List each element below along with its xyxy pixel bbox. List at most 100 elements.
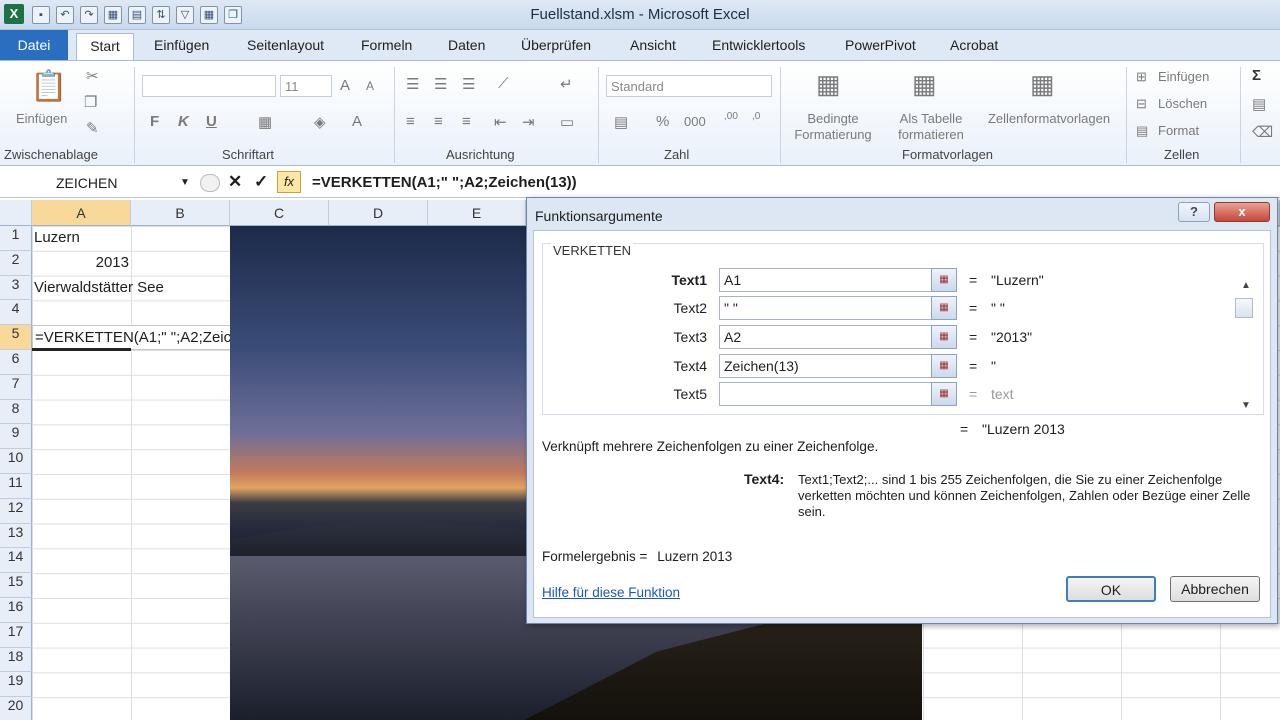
insert-cells-button[interactable]: Einfügen [1158,69,1209,84]
insert-cells-icon[interactable]: ⊞ [1136,69,1147,85]
orientation-icon[interactable]: ⟋ [498,75,509,92]
decrease-indent-icon[interactable]: ⇤ [494,113,507,131]
row-header[interactable]: 17 [0,622,32,648]
grow-font-icon[interactable]: A [340,77,350,94]
paste-button[interactable]: Einfügen [16,111,67,126]
tab-file[interactable]: Datei [0,30,68,60]
increase-indent-icon[interactable]: ⇥ [522,113,535,131]
currency-icon[interactable]: ▤ [614,113,628,131]
row-header[interactable]: 1 [0,226,32,251]
cancel-button[interactable]: Abbrechen [1170,576,1260,602]
scroll-down-icon[interactable]: ▼ [1241,400,1251,411]
column-header-d[interactable]: D [329,200,428,226]
row-header[interactable]: 4 [0,300,32,326]
format-cells-icon[interactable]: ▤ [1136,123,1148,139]
formula-bar-handle[interactable] [200,174,220,192]
borders-icon[interactable]: ▦ [258,113,272,131]
arg-input-text1[interactable]: A1 [719,268,957,292]
conditional-format-button[interactable]: Bedingte Formatierung [786,111,880,143]
chevron-down-icon[interactable]: ▼ [180,172,190,194]
collapse-dialog-icon[interactable]: ▦ [931,325,957,349]
thousands-icon[interactable]: 000 [684,114,706,129]
collapse-dialog-icon[interactable]: ▦ [931,354,957,378]
scrollbar-thumb[interactable] [1235,298,1253,318]
align-middle-icon[interactable]: ☰ [434,75,447,93]
shrink-font-icon[interactable]: A [366,79,374,93]
clear-icon[interactable]: ⌫ [1252,123,1273,141]
cancel-entry-icon[interactable]: ✕ [228,172,242,192]
column-header-a[interactable]: A [32,200,131,226]
arg-input-text3[interactable]: A2 [719,325,957,349]
row-header[interactable]: 11 [0,474,32,499]
italic-icon[interactable]: K [178,113,189,130]
help-button[interactable]: ? [1178,202,1210,222]
delete-cells-icon[interactable]: ⊟ [1136,96,1147,112]
cell-styles-button[interactable]: Zellenformatvorlagen [980,111,1118,126]
row-header[interactable]: 3 [0,275,32,301]
collapse-dialog-icon[interactable]: ▦ [931,382,957,406]
row-header[interactable]: 14 [0,548,32,574]
name-box[interactable]: ZEICHEN ▼ [0,172,194,194]
select-all-corner[interactable] [0,200,32,226]
row-header[interactable]: 5 [0,325,32,350]
font-color-icon[interactable]: A [352,113,362,130]
tab-ansicht[interactable]: Ansicht [630,37,676,53]
tab-acrobat[interactable]: Acrobat [950,37,998,53]
font-size-select[interactable]: 11 [280,75,332,97]
column-header-e[interactable]: E [428,200,526,226]
autosum-icon[interactable]: Σ [1252,67,1261,84]
row-header[interactable]: 12 [0,498,32,524]
tab-powerpivot[interactable]: PowerPivot [845,37,916,53]
tab-entwicklertools[interactable]: Entwicklertools [712,37,805,53]
align-bottom-icon[interactable]: ☰ [462,75,475,93]
align-right-icon[interactable]: ≡ [462,113,471,130]
cell-a2[interactable]: 2013 [32,251,131,276]
help-link[interactable]: Hilfe für diese Funktion [542,585,680,600]
conditional-format-icon[interactable]: ▦ [816,69,841,100]
cell-a3[interactable]: Vierwaldstätter See [32,276,230,301]
row-header[interactable]: 15 [0,573,32,598]
merge-center-icon[interactable]: ▭ [560,113,574,131]
cut-icon[interactable]: ✂ [86,67,99,85]
row-header[interactable]: 19 [0,672,32,698]
percent-icon[interactable]: % [656,113,669,130]
cell-styles-icon[interactable]: ▦ [1030,69,1055,100]
fill-color-icon[interactable]: ◈ [314,113,326,131]
cell-a1[interactable]: Luzern [32,226,131,251]
row-header[interactable]: 16 [0,598,32,623]
align-top-icon[interactable]: ☰ [406,75,419,93]
format-as-table-icon[interactable]: ▦ [912,69,937,100]
column-header-b[interactable]: B [131,200,230,226]
row-header[interactable]: 7 [0,374,32,400]
row-header[interactable]: 2 [0,250,32,276]
format-as-table-button[interactable]: Als Tabelle formatieren [886,111,976,143]
collapse-dialog-icon[interactable]: ▦ [931,296,957,320]
row-header[interactable]: 10 [0,449,32,474]
paste-icon[interactable]: 📋 [30,69,67,104]
row-header[interactable]: 8 [0,399,32,425]
decrease-decimal-icon[interactable]: ,0 [752,111,760,122]
align-left-icon[interactable]: ≡ [406,113,415,130]
format-painter-icon[interactable]: ✎ [86,119,99,137]
wrap-text-icon[interactable]: ↵ [560,75,573,93]
copy-icon[interactable]: ❐ [84,93,97,111]
arg-input-text2[interactable]: " " [719,296,957,320]
increase-decimal-icon[interactable]: ,00 [724,111,738,122]
fill-icon[interactable]: ▤ [1252,95,1266,113]
delete-cells-button[interactable]: Löschen [1158,96,1207,111]
format-cells-button[interactable]: Format [1158,123,1199,138]
column-header-c[interactable]: C [230,200,329,226]
tab-start[interactable]: Start [76,33,134,61]
row-header[interactable]: 6 [0,350,32,375]
tab-formeln[interactable]: Formeln [361,37,412,53]
insert-function-icon[interactable]: fx [277,171,301,193]
confirm-entry-icon[interactable]: ✓ [254,172,268,192]
arg-input-text5[interactable] [719,382,957,406]
collapse-dialog-icon[interactable]: ▦ [931,268,957,292]
align-center-icon[interactable]: ≡ [434,113,443,130]
formula-input[interactable]: =VERKETTEN(A1;" ";A2;Zeichen(13)) [312,172,577,194]
row-header[interactable]: 18 [0,647,32,673]
tab-einfuegen[interactable]: Einfügen [154,37,209,53]
row-header[interactable]: 9 [0,424,32,450]
underline-icon[interactable]: U [206,113,217,130]
